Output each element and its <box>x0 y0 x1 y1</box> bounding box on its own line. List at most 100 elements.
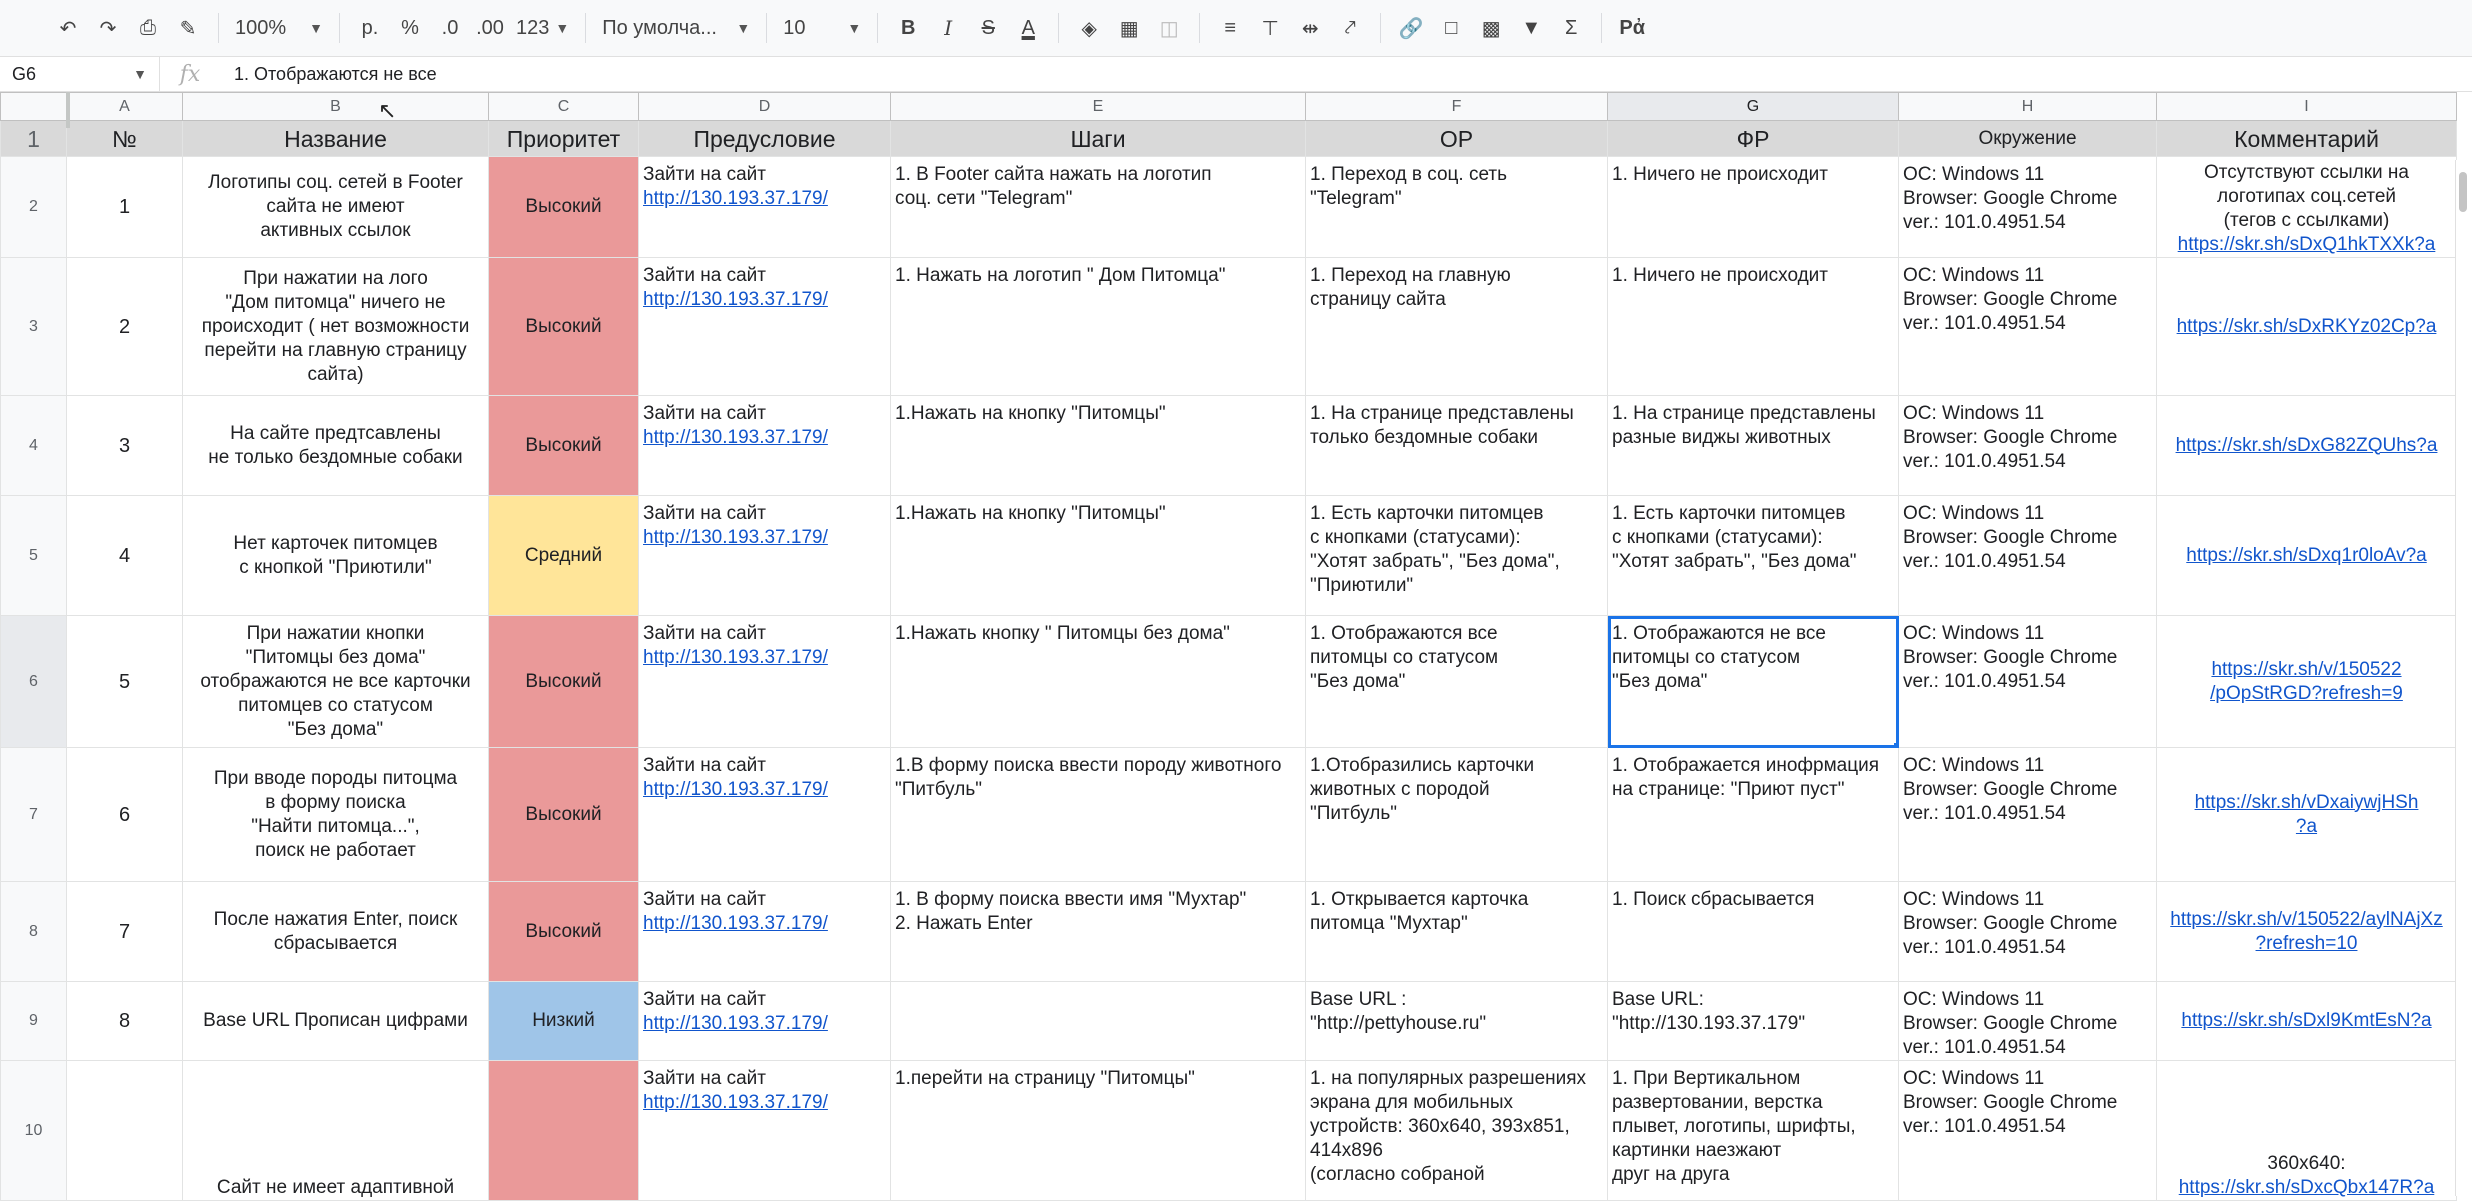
cell-steps[interactable]: 1.перейти на страницу "Питомцы" <box>890 1060 1306 1201</box>
cell-priority[interactable]: Высокий <box>488 615 639 748</box>
strikethrough-icon[interactable]: S <box>968 8 1008 48</box>
cell-precondition[interactable]: Зайти на сайт http://130.193.37.179/ <box>638 881 891 982</box>
cell-environment[interactable]: ОС: Windows 11 Browser: Google Chrome ver.… <box>1898 981 2157 1061</box>
column-header-h[interactable]: H <box>1898 92 2157 121</box>
cell-actual[interactable]: 1. На странице представлены разные виджы … <box>1607 395 1899 496</box>
input-tools-icon[interactable]: Рἀ <box>1612 8 1652 48</box>
cell-environment[interactable]: ОС: Windows 11 Browser: Google Chrome ver.… <box>1898 747 2157 882</box>
header-environment[interactable]: Окружение <box>1898 120 2157 157</box>
column-header-a[interactable]: A <box>66 92 183 121</box>
cell-precondition[interactable]: Зайти на сайт http://130.193.37.179/ <box>638 156 891 258</box>
site-link[interactable]: http://130.193.37.179/ <box>643 427 828 448</box>
cell-steps[interactable]: 1.В форму поиска ввести породу животного… <box>890 747 1306 882</box>
cell-precondition[interactable]: Зайти на сайт http://130.193.37.179/ <box>638 615 891 748</box>
site-link[interactable]: http://130.193.37.179/ <box>643 913 828 934</box>
screenshot-link[interactable]: /pOpStRGD?refresh=9 <box>2167 682 2446 706</box>
cell-priority[interactable]: Низкий <box>488 981 639 1061</box>
cell-actual[interactable]: 1. При Вертикальном развертовании, верстк… <box>1607 1060 1899 1201</box>
cell-id[interactable] <box>66 1060 183 1201</box>
column-header-i[interactable]: I <box>2156 92 2457 121</box>
cell-id[interactable]: 6 <box>66 747 183 882</box>
screenshot-link[interactable]: https://skr.sh/sDxG82ZQUhs?a <box>2167 434 2446 458</box>
cell-actual[interactable]: 1. Отображается инофрмация на странице: "… <box>1607 747 1899 882</box>
cell-expected[interactable]: 1. Переход на главную страницу сайта <box>1305 257 1608 396</box>
cell-name[interactable]: При нажатии на лого "Дом питомца" ничего … <box>182 257 489 396</box>
cell-name[interactable]: При нажатии кнопки "Питомцы без дома" отоб… <box>182 615 489 748</box>
cell-priority[interactable] <box>488 1060 639 1201</box>
site-link[interactable]: http://130.193.37.179/ <box>643 289 828 310</box>
row-number[interactable]: 10 <box>0 1060 67 1201</box>
cell-priority[interactable]: Высокий <box>488 881 639 982</box>
cell-comment[interactable]: https://skr.sh/vDxaiywjHSh ?a <box>2156 747 2457 882</box>
text-color-button[interactable]: A <box>1008 8 1048 48</box>
screenshot-link[interactable]: https://skr.sh/sDxRKYz02Cp?a <box>2167 315 2446 339</box>
cell-precondition[interactable]: Зайти на сайт http://130.193.37.179/ <box>638 1060 891 1201</box>
header-number[interactable]: № <box>66 120 183 157</box>
column-header-b[interactable]: B <box>182 92 489 121</box>
redo-icon[interactable]: ↷ <box>88 8 128 48</box>
cell-id[interactable]: 3 <box>66 395 183 496</box>
cell-id[interactable]: 5 <box>66 615 183 748</box>
cell-environment[interactable]: ОС: Windows 11 Browser: Google Chrome ver.… <box>1898 395 2157 496</box>
screenshot-link[interactable]: https://skr.sh/vDxaiywjHSh <box>2167 791 2446 815</box>
more-formats-button[interactable]: 123 ▼ <box>510 8 575 48</box>
header-comment[interactable]: Комментарий <box>2156 120 2457 157</box>
cell-name[interactable]: Сайт не имеет адаптивной <box>182 1060 489 1201</box>
cell-expected[interactable]: Base URL : "http://pettyhouse.ru" <box>1305 981 1608 1061</box>
cell-name[interactable]: Логотипы соц. сетей в Footer сайта не име… <box>182 156 489 258</box>
cell-actual[interactable]: 1. Отображаются не все питомцы со статусо… <box>1607 615 1899 748</box>
cell-comment[interactable]: https://skr.sh/v/150522/pOpStRGD?refresh… <box>2156 615 2457 748</box>
header-name[interactable]: Название <box>182 120 489 157</box>
site-link[interactable]: http://130.193.37.179/ <box>643 188 828 209</box>
row-number[interactable]: 4 <box>0 395 67 496</box>
decrease-decimal-button[interactable]: .0 <box>430 8 470 48</box>
screenshot-link[interactable]: ?a <box>2167 815 2446 839</box>
cell-environment[interactable]: ОС: Windows 11 Browser: Google Chrome ver.… <box>1898 156 2157 258</box>
cell-steps[interactable]: 1. В Footer сайта нажать на логотип соц. … <box>890 156 1306 258</box>
cell-expected[interactable]: 1. Есть карточки питомцев с кнопками (ста… <box>1305 495 1608 616</box>
row-number[interactable]: 8 <box>0 881 67 982</box>
cell-steps[interactable]: 1.Нажать кнопку " Питомцы без дома" <box>890 615 1306 748</box>
cell-environment[interactable]: ОС: Windows 11 Browser: Google Chrome ver.… <box>1898 615 2157 748</box>
fill-color-icon[interactable]: ◈ <box>1069 8 1109 48</box>
cell-comment[interactable]: 360x640: https://skr.sh/sDxcQbx147R?a <box>2156 1060 2457 1201</box>
font-size-select[interactable]: 10 ▼ <box>777 8 867 48</box>
screenshot-link[interactable]: https://skr.sh/v/150522 <box>2167 658 2446 682</box>
insert-chart-icon[interactable]: ▩ <box>1471 8 1511 48</box>
cell-precondition[interactable]: Зайти на сайт http://130.193.37.179/ <box>638 495 891 616</box>
cell-id[interactable]: 1 <box>66 156 183 258</box>
cell-environment[interactable]: ОС: Windows 11 Browser: Google Chrome ver.… <box>1898 495 2157 616</box>
select-all-corner[interactable] <box>0 92 67 121</box>
scrollbar-thumb[interactable] <box>2459 172 2467 212</box>
header-precondition[interactable]: Предусловие <box>638 120 891 157</box>
cell-precondition[interactable]: Зайти на сайт http://130.193.37.179/ <box>638 395 891 496</box>
cell-id[interactable]: 7 <box>66 881 183 982</box>
cell-expected[interactable]: 1. На странице представлены только бездом… <box>1305 395 1608 496</box>
zoom-select[interactable]: 100% ▼ <box>229 8 329 48</box>
bold-button[interactable]: B <box>888 8 928 48</box>
row-number[interactable]: 1 <box>0 120 67 157</box>
cell-environment[interactable]: ОС: Windows 11 Browser: Google Chrome ver.… <box>1898 881 2157 982</box>
cell-actual[interactable]: 1. Поиск сбрасывается <box>1607 881 1899 982</box>
column-header-g[interactable]: G <box>1607 92 1899 121</box>
insert-link-icon[interactable]: 🔗 <box>1391 8 1431 48</box>
cell-environment[interactable]: ОС: Windows 11 Browser: Google Chrome ver.… <box>1898 257 2157 396</box>
text-rotate-icon[interactable]: ⤤ <box>1330 8 1370 48</box>
site-link[interactable]: http://130.193.37.179/ <box>643 647 828 668</box>
row-number[interactable]: 6 <box>0 615 67 748</box>
fill-handle[interactable] <box>1894 743 1898 747</box>
row-number[interactable]: 3 <box>0 257 67 396</box>
text-wrap-icon[interactable]: ⇹ <box>1290 8 1330 48</box>
vertical-align-icon[interactable]: ⊤ <box>1250 8 1290 48</box>
header-priority[interactable]: Приоритет <box>488 120 639 157</box>
site-link[interactable]: http://130.193.37.179/ <box>643 779 828 800</box>
cell-actual[interactable]: 1. Ничего не происходит <box>1607 257 1899 396</box>
undo-icon[interactable]: ↶ <box>48 8 88 48</box>
italic-button[interactable]: I <box>928 8 968 48</box>
percent-format-button[interactable]: % <box>390 8 430 48</box>
cell-comment[interactable]: https://skr.sh/v/150522/aylNAjXz ?refresh… <box>2156 881 2457 982</box>
site-link[interactable]: http://130.193.37.179/ <box>643 1013 828 1034</box>
merge-cells-icon[interactable]: ◫ <box>1149 8 1189 48</box>
screenshot-link[interactable]: https://skr.sh/sDxcQbx147R?a <box>2167 1176 2446 1200</box>
screenshot-link[interactable]: https://skr.sh/sDxq1r0loAv?a <box>2167 544 2446 568</box>
